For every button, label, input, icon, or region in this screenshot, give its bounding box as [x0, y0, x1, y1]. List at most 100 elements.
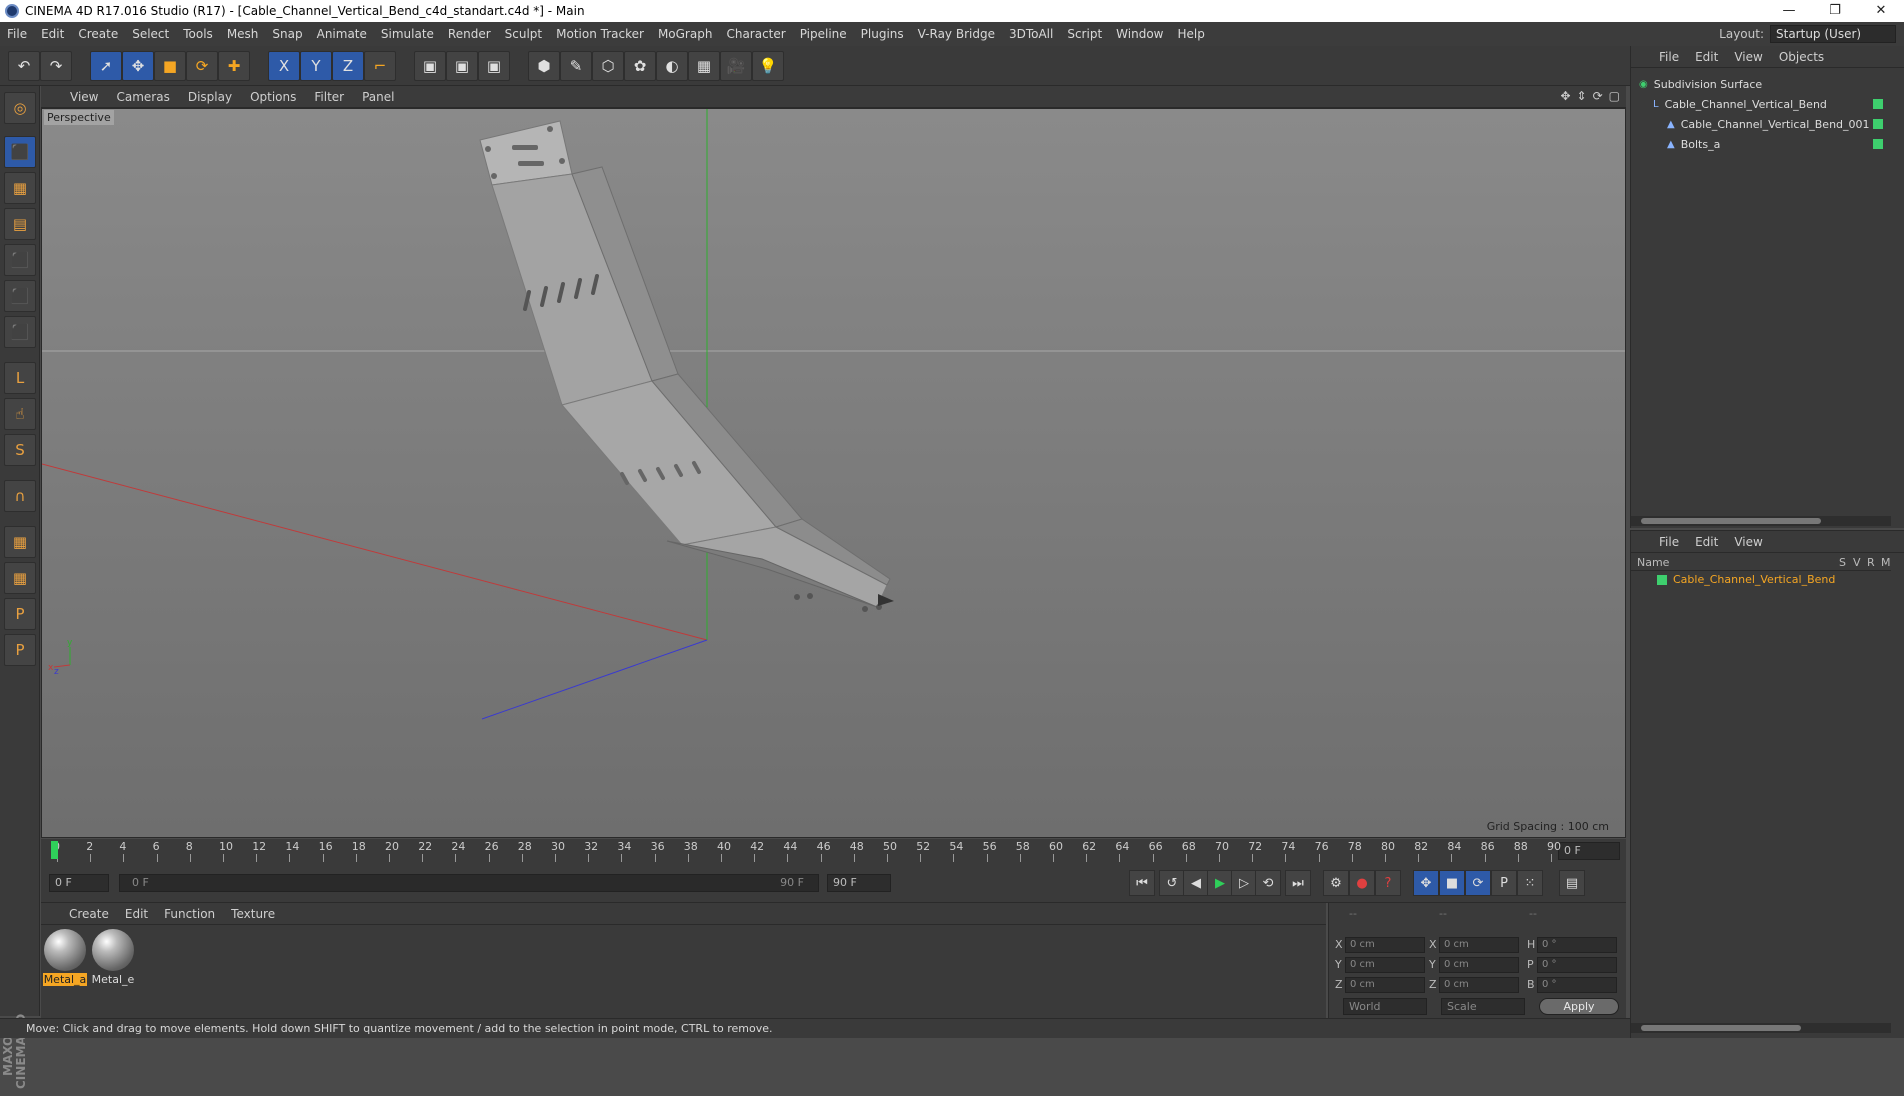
play-forward-icon[interactable]: ▶ [1207, 870, 1233, 896]
viewport-menu-view[interactable]: View [61, 90, 107, 104]
viewport-menu-display[interactable]: Display [179, 90, 241, 104]
points-mode-icon[interactable]: ⬛ [4, 244, 36, 276]
loop-icon[interactable]: ⟲ [1255, 870, 1281, 896]
object-menu-edit[interactable]: Edit [1687, 50, 1726, 64]
layer-manager-scrollbar[interactable] [1631, 1023, 1891, 1033]
cube-primitive-icon[interactable]: ⬢ [528, 51, 560, 81]
viewport-menu-filter[interactable]: Filter [305, 90, 353, 104]
scroll-thumb[interactable] [1641, 518, 1821, 524]
light-icon[interactable]: 💡 [752, 51, 784, 81]
y-axis-icon[interactable]: Y [300, 51, 332, 81]
object-layer-tag[interactable] [1873, 99, 1883, 109]
world-dropdown[interactable]: World [1343, 998, 1427, 1015]
menu-simulate[interactable]: Simulate [374, 27, 441, 41]
coord-value-field[interactable]: 0 ° [1537, 937, 1617, 953]
layout-dropdown[interactable]: Startup (User) [1770, 25, 1896, 43]
object-layer-tag[interactable] [1873, 119, 1883, 129]
menu-help[interactable]: Help [1170, 27, 1211, 41]
menu-window[interactable]: Window [1109, 27, 1170, 41]
playhead-marker[interactable] [51, 841, 58, 859]
scale-key-icon[interactable]: ■ [1439, 870, 1465, 896]
render-picture-viewer-icon[interactable]: ▣ [446, 51, 478, 81]
model-mode-icon[interactable]: ⬛ [4, 136, 36, 168]
maximize-view-icon[interactable]: ▢ [1609, 89, 1620, 103]
material-swatch[interactable]: Metal_a [43, 929, 87, 986]
deformer-icon[interactable]: ◐ [656, 51, 688, 81]
menu-3dtoall[interactable]: 3DToAll [1002, 27, 1060, 41]
menu-character[interactable]: Character [719, 27, 792, 41]
menu-sculpt[interactable]: Sculpt [498, 27, 549, 41]
object-manager-scrollbar[interactable] [1631, 516, 1891, 526]
material-menu-create[interactable]: Create [61, 907, 117, 921]
menu-animate[interactable]: Animate [310, 27, 374, 41]
render-view-icon[interactable]: ▣ [414, 51, 446, 81]
material-swatch[interactable]: Metal_e [91, 929, 135, 986]
scroll-thumb[interactable] [1641, 1025, 1801, 1031]
next-frame-icon[interactable]: ▷ [1231, 870, 1257, 896]
move-icon[interactable]: ✥ [122, 51, 154, 81]
play-backward-icon[interactable]: ◀ [1183, 870, 1209, 896]
minimize-icon[interactable]: — [1766, 0, 1812, 22]
make-editable-icon[interactable]: ◎ [4, 92, 36, 124]
x-axis-icon[interactable]: X [268, 51, 300, 81]
dolly-view-icon[interactable]: ⇕ [1577, 89, 1587, 103]
render-settings-icon[interactable]: ▣ [478, 51, 510, 81]
frame-range-slider[interactable]: 0 F 90 F [119, 874, 819, 892]
menu-script[interactable]: Script [1060, 27, 1109, 41]
go-to-end-icon[interactable]: ⏭ [1285, 870, 1311, 896]
coord-value-field[interactable]: 0 cm [1439, 977, 1519, 993]
perspective-viewport[interactable]: y x z Perspective Grid Spacing : 100 cm [41, 108, 1626, 838]
axis-mode-icon[interactable]: L [4, 362, 36, 394]
menu-select[interactable]: Select [125, 27, 176, 41]
menu-file[interactable]: File [0, 27, 34, 41]
layer-menu-view[interactable]: View [1726, 535, 1770, 549]
rotate-key-icon[interactable]: ⟳ [1465, 870, 1491, 896]
pla-key-icon[interactable]: ⁙ [1517, 870, 1543, 896]
close-icon[interactable]: ✕ [1858, 0, 1904, 22]
grid-snap-icon[interactable]: ▦ [4, 562, 36, 594]
workplane-icon[interactable]: ▤ [4, 208, 36, 240]
menu-motion-tracker[interactable]: Motion Tracker [549, 27, 651, 41]
start-frame-field[interactable]: 0 F [49, 874, 109, 892]
texture-mode-icon[interactable]: ▦ [4, 172, 36, 204]
material-menu-function[interactable]: Function [156, 907, 223, 921]
scale-icon[interactable]: ■ [154, 51, 186, 81]
menu-v-ray-bridge[interactable]: V-Ray Bridge [911, 27, 1002, 41]
param-key-icon[interactable]: P [1491, 870, 1517, 896]
undo-icon[interactable]: ↶ [8, 51, 40, 81]
menu-render[interactable]: Render [441, 27, 498, 41]
redo-icon[interactable]: ↷ [40, 51, 72, 81]
object-row[interactable]: ▲ Cable_Channel_Vertical_Bend_001 [1631, 114, 1870, 134]
coord-value-field[interactable]: 0 ° [1537, 977, 1617, 993]
go-to-start-icon[interactable]: ⏮ [1129, 870, 1155, 896]
menu-create[interactable]: Create [71, 27, 125, 41]
object-row[interactable]: L Cable_Channel_Vertical_Bend [1631, 94, 1863, 114]
coord-value-field[interactable]: 0 cm [1345, 937, 1425, 953]
pan-view-icon[interactable]: ✥ [1560, 89, 1570, 103]
scale-dropdown[interactable]: Scale [1441, 998, 1525, 1015]
nurbs-icon[interactable]: ⬡ [592, 51, 624, 81]
timeline-icon[interactable]: ▤ [1559, 870, 1585, 896]
grid-lock-icon[interactable]: ▦ [4, 526, 36, 558]
rotate-icon[interactable]: ⟳ [186, 51, 218, 81]
autokey-icon[interactable]: ● [1349, 870, 1375, 896]
orbit-view-icon[interactable]: ⟳ [1593, 89, 1603, 103]
menu-mograph[interactable]: MoGraph [651, 27, 720, 41]
end-frame-field[interactable]: 90 F [827, 874, 891, 892]
apply-button[interactable]: Apply [1539, 998, 1619, 1015]
cloner-icon[interactable]: ✿ [624, 51, 656, 81]
material-menu-texture[interactable]: Texture [223, 907, 283, 921]
object-row[interactable]: ◉ Subdivision Surface [1631, 74, 1863, 94]
coord-value-field[interactable]: 0 ° [1537, 957, 1617, 973]
solo-icon[interactable]: S [4, 434, 36, 466]
move-plus-icon[interactable]: ✚ [218, 51, 250, 81]
z-axis-icon[interactable]: Z [332, 51, 364, 81]
coord-value-field[interactable]: 0 cm [1345, 977, 1425, 993]
tweak-mode-icon[interactable]: ☝ [4, 398, 36, 430]
layer-row[interactable]: Cable_Channel_Vertical_Bend [1657, 573, 1835, 586]
floor-grid-icon[interactable]: ▦ [688, 51, 720, 81]
coord-value-field[interactable]: 0 cm [1345, 957, 1425, 973]
select-cursor-icon[interactable]: ➚ [90, 51, 122, 81]
timeline-ruler[interactable]: 0 F 024681012141618202224262830323436384… [41, 839, 1626, 863]
object-layer-tag[interactable] [1873, 139, 1883, 149]
